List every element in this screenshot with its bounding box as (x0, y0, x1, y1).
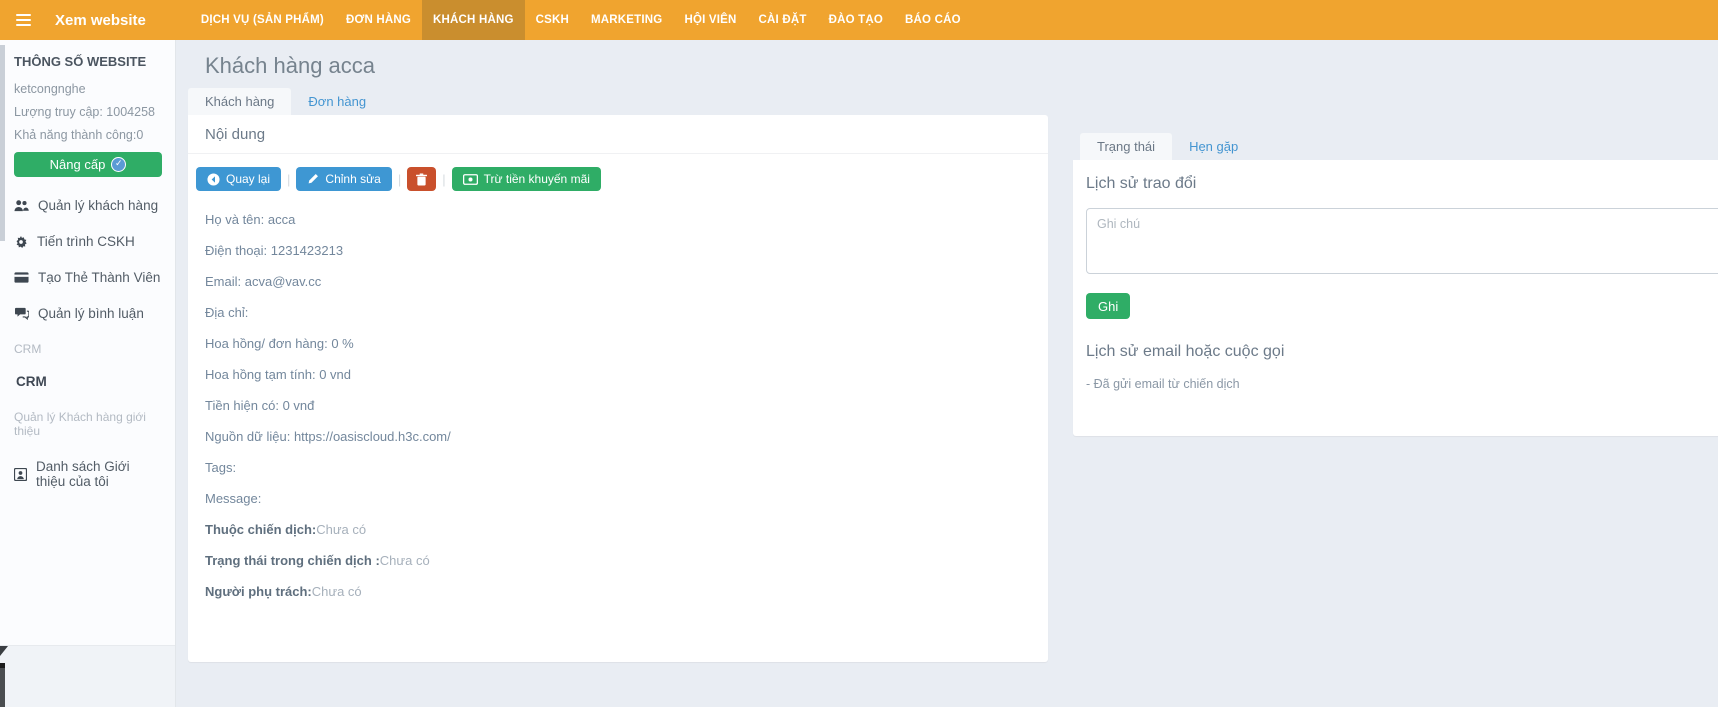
panel-body: Quay lại | Chỉnh sửa | (188, 154, 1048, 598)
tab-don-hang[interactable]: Đơn hàng (291, 88, 383, 115)
view-website-link[interactable]: Xem website (55, 12, 146, 29)
nav-item-bao-cao[interactable]: BÁO CÁO (894, 0, 972, 40)
nav-item-hoi-vien[interactable]: HỘI VIÊN (673, 0, 747, 40)
nav-item-cai-dat[interactable]: CÀI ĐẶT (748, 0, 818, 40)
success-rate: Khả năng thành công:0 (14, 128, 161, 142)
card-icon (14, 271, 29, 284)
nav-item-dich-vu[interactable]: DỊCH VỤ (SẢN PHẨM) (190, 0, 335, 40)
back-button-label: Quay lại (226, 172, 270, 186)
field-dien-thoai: Điện thoại: 1231423213 (205, 244, 1040, 257)
sidebar-item-tien-trinh-cskh[interactable]: Tiến trình CSKH (14, 234, 161, 249)
sidebar: THÔNG SỐ WEBSITE ketcongnghe Lượng truy … (0, 40, 176, 707)
exchange-history-title: Lịch sử trao đổi (1086, 175, 1718, 193)
page-title: Khách hàng acca (205, 53, 1048, 79)
tab-khach-hang[interactable]: Khách hàng (188, 88, 291, 115)
edit-button[interactable]: Chỉnh sửa (296, 167, 391, 191)
cursor-artifact (0, 646, 8, 656)
field-trang-thai-chien-dich: Trạng thái trong chiến dịch :Chưa có (205, 554, 1040, 567)
sidebar-item-label: Tạo Thẻ Thành Viên (38, 270, 160, 285)
action-buttons: Quay lại | Chỉnh sửa | (196, 167, 1040, 191)
check-circle-icon: ✓ (111, 157, 126, 172)
field-dia-chi: Địa chỉ: (205, 306, 1040, 319)
email-history-title: Lịch sử email hoặc cuộc gọi (1086, 343, 1718, 361)
field-tien-hien-co: Tiền hiện có: 0 vnđ (205, 399, 1040, 412)
button-separator: | (442, 172, 445, 187)
nav-item-khach-hang[interactable]: KHÁCH HÀNG (422, 0, 525, 40)
main-content: Khách hàng acca Khách hàng Đơn hàng Nội … (176, 40, 1048, 662)
screen: Xem website DỊCH VỤ (SẢN PHẨM) ĐƠN HÀNG … (0, 0, 1718, 707)
scrollbar-track-artifact (0, 45, 5, 241)
sidebar-section-title: THÔNG SỐ WEBSITE (14, 54, 161, 69)
status-panel-card: Lịch sử trao đổi Ghi Lịch sử email hoặc … (1073, 160, 1718, 436)
pencil-icon (307, 173, 319, 185)
main-nav: DỊCH VỤ (SẢN PHẨM) ĐƠN HÀNG KHÁCH HÀNG C… (190, 0, 972, 40)
field-ho-va-ten: Họ và tên: acca (205, 213, 1040, 226)
sidebar-item-quan-ly-khach-hang[interactable]: Quản lý khách hàng (14, 198, 161, 213)
main-tabs: Khách hàng Đơn hàng (188, 88, 1048, 115)
top-navbar: Xem website DỊCH VỤ (SẢN PHẨM) ĐƠN HÀNG … (0, 0, 1718, 40)
sidebar-card: THÔNG SỐ WEBSITE ketcongnghe Lượng truy … (0, 40, 175, 646)
field-nguoi-phu-trach: Người phụ trách:Chưa có (205, 585, 1040, 598)
site-name: ketcongnghe (14, 82, 161, 96)
referral-section-label: Quản lý Khách hàng giới thiệu (14, 410, 161, 438)
note-input[interactable] (1086, 208, 1718, 274)
button-separator: | (287, 172, 290, 187)
sidebar-item-crm[interactable]: CRM (16, 374, 161, 389)
nav-item-don-hang[interactable]: ĐƠN HÀNG (335, 0, 422, 40)
scrollbar-thumb-artifact[interactable] (0, 663, 5, 707)
sidebar-item-tao-the-thanh-vien[interactable]: Tạo Thẻ Thành Viên (14, 270, 161, 285)
field-tags: Tags: (205, 461, 1040, 474)
users-icon (14, 199, 29, 213)
field-hoa-hong-tam-tinh: Hoa hồng tạm tính: 0 vnd (205, 368, 1040, 381)
deduct-promo-button[interactable]: Trừ tiền khuyến mãi (452, 167, 601, 191)
gear-icon (14, 235, 28, 249)
sidebar-item-danh-sach-gioi-thieu[interactable]: Danh sách Giới thiệu của tôi (14, 459, 161, 489)
field-hoa-hong-don-hang: Hoa hồng/ đơn hàng: 0 % (205, 337, 1040, 350)
field-email: Email: acva@vav.cc (205, 275, 1040, 288)
status-panel: Trạng thái Hẹn gặp Lịch sử trao đổi Ghi … (1073, 133, 1718, 436)
sidebar-item-label: Quản lý bình luận (38, 306, 144, 321)
delete-button[interactable] (407, 167, 436, 191)
visit-count: Lượng truy cập: 1004258 (14, 105, 161, 119)
nav-item-dao-tao[interactable]: ĐÀO TẠO (818, 0, 894, 40)
field-message: Message: (205, 492, 1040, 505)
panel-title: Nội dung (188, 115, 1048, 154)
trash-icon (416, 173, 427, 186)
customer-fields: Họ và tên: acca Điện thoại: 1231423213 E… (205, 213, 1040, 598)
edit-button-label: Chỉnh sửa (325, 172, 380, 186)
comments-icon (14, 307, 29, 320)
back-button[interactable]: Quay lại (196, 167, 281, 191)
field-thuoc-chien-dich: Thuộc chiến dịch:Chưa có (205, 523, 1040, 536)
id-card-icon (14, 468, 27, 481)
sidebar-item-quan-ly-binh-luan[interactable]: Quản lý bình luận (14, 306, 161, 321)
content-panel: Nội dung Quay lại | (188, 115, 1048, 662)
upgrade-button-label: Nâng cấp (50, 157, 106, 172)
nav-item-cskh[interactable]: CSKH (525, 0, 580, 40)
email-history-entry: - Đã gửi email từ chiến dịch (1086, 377, 1718, 391)
tab-trang-thai[interactable]: Trạng thái (1080, 133, 1172, 160)
sidebar-item-label: Quản lý khách hàng (38, 198, 158, 213)
button-separator: | (398, 172, 401, 187)
crm-section-label: CRM (14, 342, 161, 356)
circle-arrow-left-icon (207, 173, 220, 186)
status-tabs: Trạng thái Hẹn gặp (1080, 133, 1718, 160)
tab-hen-gap[interactable]: Hẹn gặp (1172, 133, 1255, 160)
banknote-icon (463, 174, 478, 185)
sidebar-item-label: Tiến trình CSKH (37, 234, 135, 249)
hamburger-menu-icon[interactable] (16, 14, 31, 26)
deduct-button-label: Trừ tiền khuyến mãi (484, 172, 590, 186)
upgrade-button[interactable]: Nâng cấp ✓ (14, 152, 162, 177)
save-note-button[interactable]: Ghi (1086, 293, 1130, 319)
sidebar-item-label: Danh sách Giới thiệu của tôi (36, 459, 161, 489)
nav-item-marketing[interactable]: MARKETING (580, 0, 673, 40)
field-nguon-du-lieu: Nguồn dữ liệu: https://oasiscloud.h3c.co… (205, 430, 1040, 443)
